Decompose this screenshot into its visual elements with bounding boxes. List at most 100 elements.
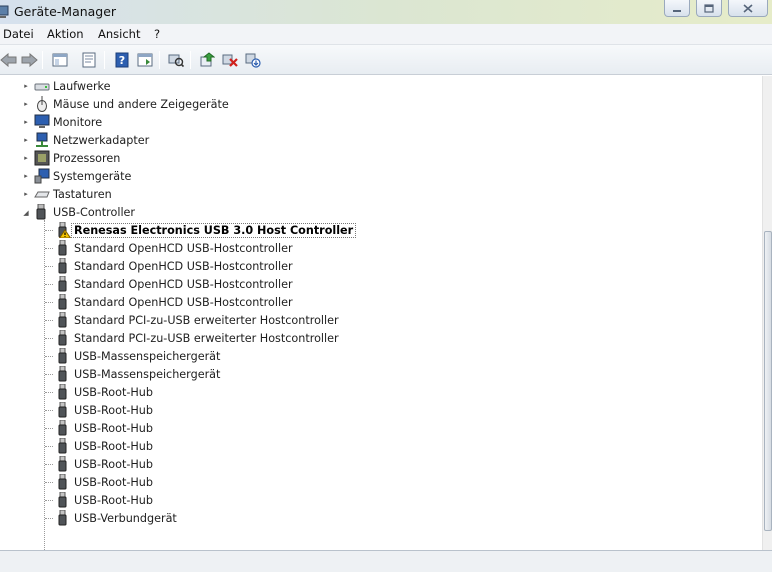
tree-category-label: Systemgeräte bbox=[53, 169, 132, 183]
expand-arrow-icon[interactable]: ▸ bbox=[22, 118, 30, 126]
disk-drive-icon bbox=[34, 78, 50, 94]
monitor-icon bbox=[34, 114, 50, 130]
update-driver-button[interactable] bbox=[198, 51, 216, 69]
show-hide-tree-button[interactable] bbox=[51, 51, 69, 69]
tree-category-laufwerke[interactable]: ▸ Laufwerke bbox=[22, 77, 111, 95]
usb-device-label: USB-Root-Hub bbox=[74, 439, 153, 453]
vertical-scrollbar[interactable] bbox=[762, 76, 772, 550]
usb-device-icon bbox=[55, 491, 71, 508]
system-device-icon bbox=[34, 168, 50, 184]
usb-device-label: Standard OpenHCD USB-Hostcontroller bbox=[74, 241, 293, 255]
usb-device-row[interactable]: Standard OpenHCD USB-Hostcontroller bbox=[55, 239, 293, 257]
menu-bar: Datei Aktion Ansicht ? bbox=[0, 24, 772, 45]
keyboard-icon bbox=[34, 186, 50, 202]
usb-device-icon bbox=[55, 455, 71, 472]
tree-category-usb-controller[interactable]: ◢ USB-Controller bbox=[22, 203, 135, 221]
uninstall-button[interactable] bbox=[221, 51, 239, 69]
expand-arrow-icon[interactable]: ▸ bbox=[22, 82, 30, 90]
minimize-icon bbox=[673, 10, 681, 12]
tree-category-label: Netzwerkadapter bbox=[53, 133, 150, 147]
usb-device-label: USB-Massenspeichergerät bbox=[74, 349, 221, 363]
usb-device-row[interactable]: USB-Root-Hub bbox=[55, 419, 153, 437]
tree-category-netzwerkadapter[interactable]: ▸ Netzwerkadapter bbox=[22, 131, 149, 149]
title-bar[interactable]: Geräte-Manager bbox=[0, 0, 772, 24]
usb-device-row[interactable]: USB-Root-Hub bbox=[55, 491, 153, 509]
disable-device-icon bbox=[245, 53, 261, 68]
maximize-button[interactable] bbox=[696, 0, 722, 17]
tree-category-label: Tastaturen bbox=[53, 187, 112, 201]
usb-device-label: USB-Massenspeichergerät bbox=[74, 367, 221, 381]
usb-device-label: USB-Verbundgerät bbox=[74, 511, 177, 525]
expand-arrow-icon[interactable]: ▸ bbox=[22, 154, 30, 162]
close-icon bbox=[743, 3, 753, 13]
console-tree-icon bbox=[137, 53, 153, 67]
usb-device-row[interactable]: Standard PCI-zu-USB erweiterter Hostcont… bbox=[55, 329, 339, 347]
tree-category-monitore[interactable]: ▸ Monitore bbox=[22, 113, 102, 131]
usb-device-label: USB-Root-Hub bbox=[74, 475, 153, 489]
tree-category-tastaturen[interactable]: ▸ Tastaturen bbox=[22, 185, 112, 203]
show-hide-tree-icon bbox=[52, 53, 68, 67]
usb-device-row[interactable]: Standard PCI-zu-USB erweiterter Hostcont… bbox=[55, 311, 339, 329]
usb-device-icon bbox=[55, 383, 71, 400]
menu-ansicht[interactable]: Ansicht bbox=[98, 27, 140, 41]
tree-category-maeuse[interactable]: ▸ Mäuse und andere Zeigegeräte bbox=[22, 95, 229, 113]
usb-device-icon bbox=[55, 329, 71, 346]
menu-help[interactable]: ? bbox=[154, 27, 160, 41]
usb-device-label: Standard OpenHCD USB-Hostcontroller bbox=[74, 295, 293, 309]
usb-device-row[interactable]: USB-Root-Hub bbox=[55, 473, 153, 491]
usb-device-row[interactable]: USB-Massenspeichergerät bbox=[55, 347, 220, 365]
expand-arrow-icon[interactable]: ▸ bbox=[22, 100, 30, 108]
window-title: Geräte-Manager bbox=[14, 4, 117, 19]
scan-hardware-button[interactable] bbox=[167, 51, 185, 69]
forward-button[interactable] bbox=[20, 51, 38, 69]
usb-device-label: USB-Root-Hub bbox=[74, 457, 153, 471]
usb-device-label: Standard OpenHCD USB-Hostcontroller bbox=[74, 259, 293, 273]
usb-device-icon bbox=[55, 311, 71, 328]
usb-device-icon bbox=[55, 293, 71, 310]
menu-aktion[interactable]: Aktion bbox=[47, 27, 84, 41]
usb-device-icon bbox=[55, 509, 71, 526]
update-driver-icon bbox=[200, 52, 215, 67]
usb-device-row[interactable]: USB-Root-Hub bbox=[55, 455, 153, 473]
usb-device-icon bbox=[55, 419, 71, 436]
usb-device-row[interactable]: Standard OpenHCD USB-Hostcontroller bbox=[55, 257, 293, 275]
properties-icon bbox=[82, 52, 96, 68]
network-adapter-icon bbox=[34, 132, 50, 148]
usb-device-label: USB-Root-Hub bbox=[74, 421, 153, 435]
usb-device-row[interactable]: Standard OpenHCD USB-Hostcontroller bbox=[55, 293, 293, 311]
usb-device-label: Renesas Electronics USB 3.0 Host Control… bbox=[71, 222, 357, 238]
back-button[interactable] bbox=[0, 51, 18, 69]
disable-device-button[interactable] bbox=[244, 51, 262, 69]
maximize-icon bbox=[704, 3, 714, 13]
status-bar bbox=[0, 550, 772, 572]
minimize-button[interactable] bbox=[664, 0, 690, 17]
tree-category-systemgeraete[interactable]: ▸ Systemgeräte bbox=[22, 167, 131, 185]
usb-device-icon bbox=[55, 239, 71, 256]
svg-text:?: ? bbox=[119, 54, 125, 67]
usb-device-row[interactable]: USB-Root-Hub bbox=[55, 437, 153, 455]
usb-device-warning-icon bbox=[55, 221, 72, 239]
properties-button[interactable] bbox=[80, 51, 98, 69]
device-tree[interactable]: ▸ Laufwerke ▸ Mäuse und andere Zeigegerä… bbox=[0, 76, 762, 550]
expand-arrow-icon[interactable]: ▸ bbox=[22, 190, 30, 198]
forward-icon bbox=[21, 53, 38, 67]
scrollbar-thumb[interactable] bbox=[764, 231, 772, 531]
usb-device-row[interactable]: Standard OpenHCD USB-Hostcontroller bbox=[55, 275, 293, 293]
close-button[interactable] bbox=[728, 0, 768, 17]
tree-category-label: Laufwerke bbox=[53, 79, 111, 93]
usb-device-label: USB-Root-Hub bbox=[74, 493, 153, 507]
tree-category-prozessoren[interactable]: ▸ Prozessoren bbox=[22, 149, 120, 167]
usb-device-row[interactable]: USB-Verbundgerät bbox=[55, 509, 177, 527]
usb-device-icon bbox=[55, 275, 71, 292]
usb-device-row[interactable]: USB-Root-Hub bbox=[55, 383, 153, 401]
help-button[interactable]: ? bbox=[113, 51, 131, 69]
console-tree-button[interactable] bbox=[136, 51, 154, 69]
expand-arrow-icon[interactable]: ▸ bbox=[22, 172, 30, 180]
usb-device-row[interactable]: USB-Massenspeichergerät bbox=[55, 365, 220, 383]
menu-datei[interactable]: Datei bbox=[3, 27, 34, 41]
collapse-arrow-icon[interactable]: ◢ bbox=[22, 209, 30, 217]
help-icon: ? bbox=[115, 52, 129, 68]
expand-arrow-icon[interactable]: ▸ bbox=[22, 136, 30, 144]
usb-device-row[interactable]: Renesas Electronics USB 3.0 Host Control… bbox=[55, 221, 357, 239]
usb-device-row[interactable]: USB-Root-Hub bbox=[55, 401, 153, 419]
